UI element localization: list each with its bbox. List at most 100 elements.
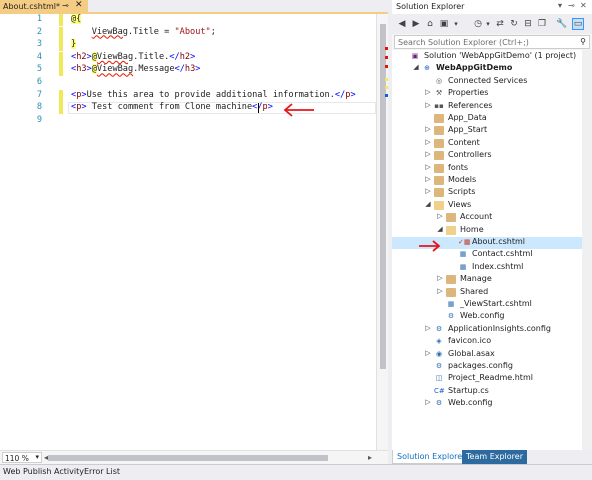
solution-search-input[interactable]: Search Solution Explorer (Ctrl+;) ⚲: [394, 35, 590, 49]
expand-arrow-icon[interactable]: ▷: [436, 274, 444, 282]
sync-icon[interactable]: ⇄: [494, 18, 506, 30]
expand-arrow-icon[interactable]: ▷: [424, 349, 432, 357]
solution-tree-scrollbar[interactable]: [582, 50, 592, 450]
home-icon[interactable]: ⌂: [424, 18, 436, 30]
tree-node[interactable]: ◎ Connected Services: [392, 76, 582, 88]
close-icon[interactable]: ✕: [75, 0, 83, 10]
zoom-dropdown[interactable]: 110 % ▾: [2, 452, 42, 463]
editor-horizontal-bar: 110 % ▾ ◂ ▸: [0, 450, 388, 464]
tree-node-label: Controllers: [448, 150, 492, 160]
expand-arrow-icon[interactable]: ▷: [424, 150, 432, 158]
pin-icon[interactable]: ⊸: [568, 1, 575, 10]
editor-vertical-scrollbar[interactable]: [376, 14, 389, 450]
tree-node[interactable]: ▷ Shared: [392, 287, 582, 299]
tree-node[interactable]: ▷ ⚒ Properties: [392, 88, 582, 100]
code-token: </: [174, 64, 185, 75]
code-line[interactable]: 5 <h3>@ViewBag.Message</h3>: [0, 64, 376, 77]
tree-node[interactable]: ▦ _ViewStart.cshtml: [392, 299, 582, 311]
tree-node[interactable]: ▷ ⚙ ApplicationInsights.config: [392, 324, 582, 336]
chevron-down-icon[interactable]: ▾: [450, 18, 462, 30]
search-icon[interactable]: ⚲: [580, 37, 586, 46]
tree-node-label: Global.asax: [448, 348, 495, 358]
tree-node[interactable]: ▷ fonts: [392, 163, 582, 175]
tab-web-publish-activity[interactable]: Web Publish Activity: [3, 467, 84, 476]
scrollbar-thumb[interactable]: [380, 24, 386, 369]
tree-node[interactable]: ⚙ Web.config: [392, 311, 582, 323]
code-line[interactable]: 8 <p> Test comment from Clone machine</p>: [0, 102, 376, 115]
config-icon: ⚙: [435, 324, 443, 333]
tab-team-explorer[interactable]: Team Explorer: [462, 450, 527, 464]
collapse-arrow-icon[interactable]: ◢: [424, 200, 432, 208]
preview-selected-icon[interactable]: ▭: [572, 18, 584, 30]
tree-node[interactable]: ▦ Index.cshtml: [392, 262, 582, 274]
code-line[interactable]: 4 <h2>@ViewBag.Title.</h2>: [0, 51, 376, 64]
refresh-icon[interactable]: ↻: [508, 18, 520, 30]
tree-node[interactable]: C# Startup.cs: [392, 386, 582, 398]
tree-node[interactable]: ▷ Models: [392, 175, 582, 187]
code-line[interactable]: 1 @{: [0, 14, 376, 26]
code-line[interactable]: 9: [0, 115, 376, 127]
change-indicator: [59, 14, 63, 26]
code-text: ViewBag.Title = "About";: [71, 27, 216, 37]
tree-node-label: ApplicationInsights.config: [448, 323, 551, 333]
code-token: >: [195, 64, 201, 75]
change-indicator: [59, 102, 63, 115]
expand-arrow-icon[interactable]: ▷: [424, 187, 432, 195]
expand-arrow-icon[interactable]: ▷: [424, 138, 432, 146]
expand-arrow-icon[interactable]: ▷: [424, 175, 432, 183]
project-icon: ⊕: [424, 64, 430, 73]
forward-icon[interactable]: ▶: [410, 18, 422, 30]
expand-arrow-icon[interactable]: ▷: [424, 324, 432, 332]
tree-node[interactable]: App_Data: [392, 113, 582, 125]
tree-node[interactable]: ▷ ▪▪ References: [392, 101, 582, 113]
tree-node[interactable]: ▣ Solution 'WebAppGitDemo' (1 project): [392, 51, 582, 63]
expand-arrow-icon[interactable]: ▷: [424, 101, 432, 109]
expand-arrow-icon[interactable]: ▷: [436, 212, 444, 220]
tree-node[interactable]: ▷ Content: [392, 138, 582, 150]
back-icon[interactable]: ◀: [396, 18, 408, 30]
chevron-down-icon[interactable]: ▾: [482, 18, 494, 30]
dropdown-icon[interactable]: ▾: [558, 1, 562, 10]
expand-arrow-icon[interactable]: ▷: [424, 125, 432, 133]
code-line[interactable]: 3}: [0, 39, 376, 52]
pin-icon[interactable]: ⊸: [62, 1, 69, 10]
code-editor[interactable]: About.cshtml* ⊸ ✕ 1 @{2 ViewBag.Title = "…: [0, 0, 389, 464]
tree-node[interactable]: ▷ ⚙ Web.config: [392, 398, 582, 410]
collapse-arrow-icon[interactable]: ◢: [412, 63, 420, 71]
close-icon[interactable]: ✕: [580, 1, 587, 10]
change-indicator: [59, 51, 63, 64]
switch-views-icon[interactable]: ▣: [438, 18, 450, 30]
tree-node[interactable]: ▷ ◉ Global.asax: [392, 349, 582, 361]
properties-wrench-icon[interactable]: 🔧: [556, 18, 568, 30]
collapse-all-icon[interactable]: ⊟: [522, 18, 534, 30]
tree-node[interactable]: ▷ Scripts: [392, 187, 582, 199]
tree-node[interactable]: ▷ Manage: [392, 274, 582, 286]
collapse-arrow-icon[interactable]: ◢: [436, 225, 444, 233]
code-line[interactable]: 7 <p>Use this area to provide additional …: [0, 89, 376, 102]
tree-node[interactable]: ▷ App_Start: [392, 125, 582, 137]
code-line[interactable]: 2 ViewBag.Title = "About";: [0, 26, 376, 39]
tree-node[interactable]: ◢ Home: [392, 225, 582, 237]
tree-node[interactable]: ▷ Controllers: [392, 150, 582, 162]
line-number: 5: [36, 64, 42, 75]
expand-arrow-icon[interactable]: ▷: [424, 88, 432, 96]
code-area[interactable]: 1 @{2 ViewBag.Title = "About"; 3} 4 <h2>@Vie…: [0, 14, 376, 450]
tree-node[interactable]: ◢ Views: [392, 200, 582, 212]
show-all-files-icon[interactable]: ❐: [536, 18, 548, 30]
expand-arrow-icon[interactable]: ▷: [436, 287, 444, 295]
scroll-right-icon[interactable]: ▸: [368, 453, 372, 462]
horizontal-scrollbar-thumb[interactable]: [48, 455, 328, 461]
tree-node[interactable]: ◢ ⊕ WebAppGitDemo: [392, 63, 582, 75]
tree-node[interactable]: ◈ favicon.ico: [392, 336, 582, 348]
code-line[interactable]: 6: [0, 77, 376, 89]
document-tab-about[interactable]: About.cshtml* ⊸ ✕: [0, 0, 88, 14]
tree-node[interactable]: ⚙ packages.config: [392, 361, 582, 373]
expand-arrow-icon[interactable]: ▷: [424, 163, 432, 171]
tab-error-list[interactable]: Error List: [84, 467, 120, 476]
expand-arrow-icon[interactable]: ▷: [424, 398, 432, 406]
tree-node[interactable]: ▷ Account: [392, 212, 582, 224]
tree-node[interactable]: ◫ Project_Readme.html: [392, 373, 582, 385]
line-number: 1: [36, 14, 42, 24]
tab-solution-explorer[interactable]: Solution Explorer: [392, 450, 471, 464]
